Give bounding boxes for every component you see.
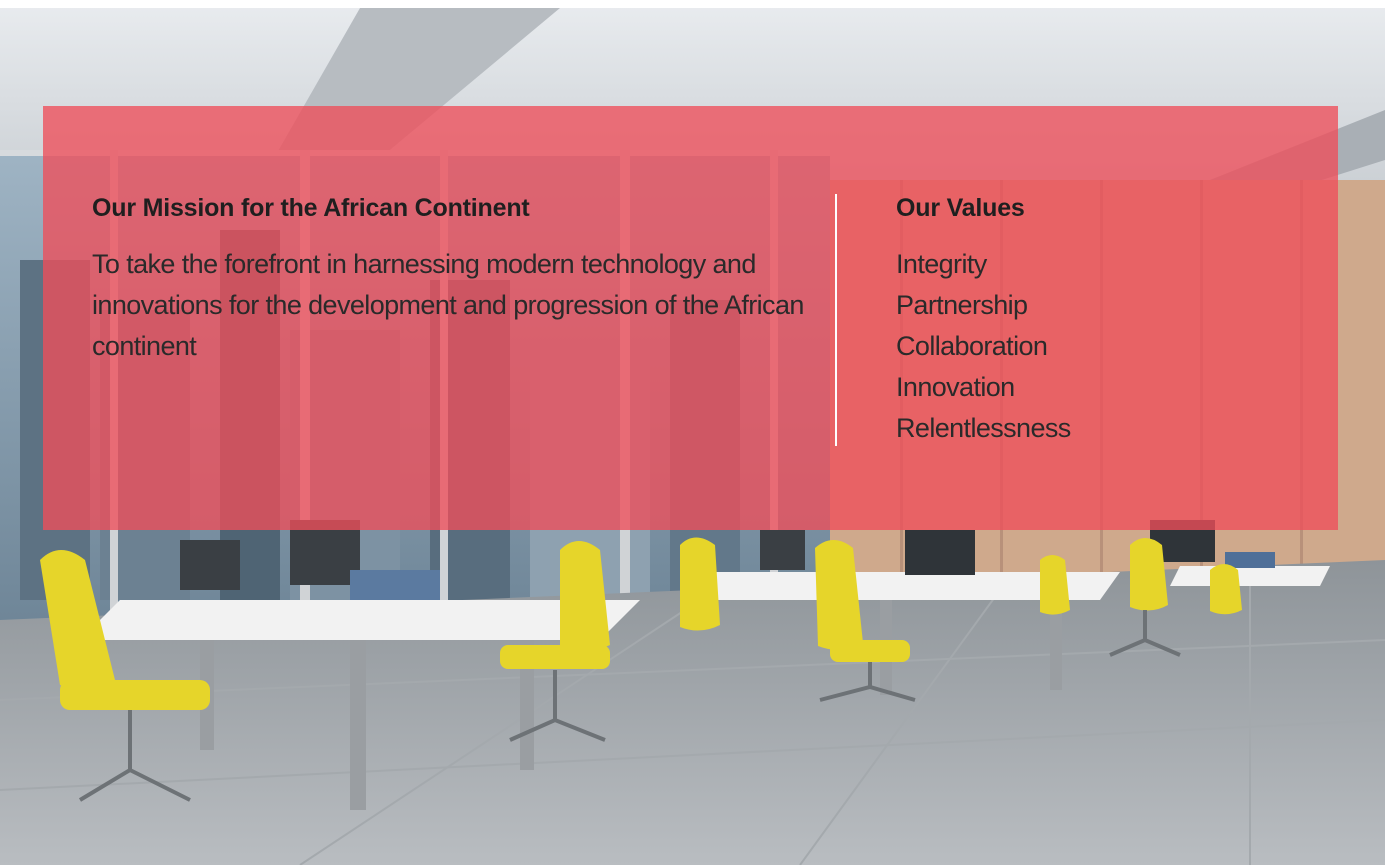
values-list: Integrity Partnership Collaboration Inno… (896, 244, 1276, 449)
info-panel: Our Mission for the African Continent To… (43, 106, 1338, 530)
mission-heading: Our Mission for the African Continent (92, 194, 530, 222)
values-heading: Our Values (896, 194, 1025, 222)
value-item-innovation: Innovation (896, 372, 1015, 402)
value-item-partnership: Partnership (896, 290, 1028, 320)
value-item-integrity: Integrity (896, 249, 987, 279)
mission-section: Our Mission for the African Continent To… (92, 192, 812, 367)
value-item-relentlessness: Relentlessness (896, 413, 1071, 443)
section-divider (835, 194, 837, 446)
mission-text: To take the forefront in harnessing mode… (92, 249, 804, 361)
values-section: Our Values Integrity Partnership Collabo… (896, 192, 1276, 449)
page: Our Mission for the African Continent To… (0, 0, 1385, 865)
value-item-collaboration: Collaboration (896, 331, 1048, 361)
